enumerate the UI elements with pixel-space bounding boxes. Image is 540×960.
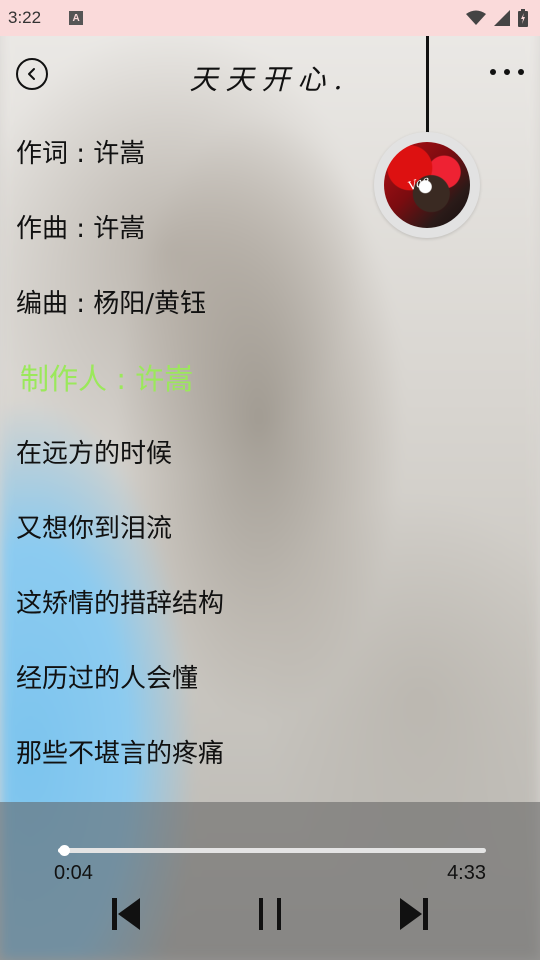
lyric-line[interactable]: 编曲 : 杨阳/黄钰 [16, 264, 376, 339]
more-icon-dot [504, 69, 510, 75]
player-header: 天天开心. [0, 36, 540, 108]
pause-icon [259, 898, 281, 930]
song-title: 天天开心. [189, 63, 351, 96]
more-button[interactable] [490, 66, 524, 78]
previous-icon [112, 898, 140, 930]
lyric-line-active[interactable]: 制作人 : 许嵩 [16, 339, 376, 414]
more-icon-dot [518, 69, 524, 75]
current-time: 0:04 [54, 862, 93, 884]
status-time: 3:22 [8, 8, 42, 27]
signal-icon [494, 10, 510, 26]
lyric-line[interactable]: 那些不堪言的疼痛 [16, 714, 376, 789]
player-controls: 0:04 4:33 [0, 802, 540, 960]
pause-button[interactable] [250, 894, 290, 934]
lyric-line[interactable]: 经历过的人会懂 [16, 639, 376, 714]
progress-thumb[interactable] [59, 845, 71, 856]
next-button[interactable] [394, 894, 434, 934]
lyric-line[interactable]: 这矫情的措辞结构 [16, 564, 376, 639]
wifi-icon [466, 10, 486, 25]
lyrics-list[interactable]: 作词 : 许嵩 作曲 : 许嵩 编曲 : 杨阳/黄钰 制作人 : 许嵩 在远方的时候 又想… [16, 114, 376, 789]
progress-bar[interactable] [58, 845, 486, 856]
lyric-line[interactable]: 在远方的时候 [16, 414, 376, 489]
more-icon-dot [490, 69, 496, 75]
previous-button[interactable] [106, 894, 146, 934]
battery-icon [518, 9, 528, 27]
next-icon [400, 898, 428, 930]
lyric-line[interactable]: 作词 : 许嵩 [16, 114, 376, 189]
lyric-line[interactable]: 又想你到泪流 [16, 489, 376, 564]
a-icon: A [69, 11, 84, 25]
album-cover: Vae [384, 142, 470, 228]
total-time: 4:33 [447, 862, 486, 884]
album-disc[interactable]: Vae [374, 132, 480, 238]
album-cover-text: Vae [406, 172, 432, 194]
lyric-line[interactable]: 作曲 : 许嵩 [16, 189, 376, 264]
status-bar: 3:22 A [0, 0, 540, 36]
